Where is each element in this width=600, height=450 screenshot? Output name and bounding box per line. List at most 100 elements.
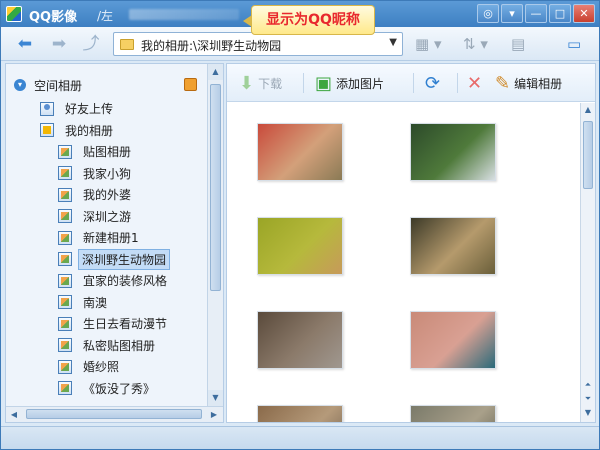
sidebar-item-label: 南澳 bbox=[83, 295, 108, 310]
toolbar-divider bbox=[413, 73, 414, 93]
edit-album-icon: ✎ bbox=[495, 72, 511, 94]
forward-arrow-icon[interactable]: ➡ bbox=[49, 34, 69, 54]
collapse-icon[interactable]: ▾ bbox=[14, 79, 26, 91]
scroll-down-icon[interactable]: ▼ bbox=[581, 406, 595, 420]
sidebar-item-label: 好友上传 bbox=[65, 102, 114, 117]
sidebar-header[interactable]: ▾ 空间相册 bbox=[14, 76, 82, 94]
sidebar-item-label: 深圳之游 bbox=[83, 209, 132, 224]
sidebar-horizontal-scrollbar[interactable]: ◀ ▶ bbox=[6, 406, 223, 422]
photo-thumbnail[interactable] bbox=[410, 217, 496, 275]
delete-button[interactable]: ✕ bbox=[467, 72, 486, 94]
menu-icon[interactable]: ▾ bbox=[501, 4, 523, 23]
edit-album-label: 编辑相册 bbox=[514, 76, 563, 91]
chevron-down-icon[interactable]: ▼ bbox=[389, 37, 397, 48]
qq-icon[interactable]: ◎ bbox=[477, 4, 499, 23]
app-title: QQ影像 bbox=[29, 10, 78, 25]
sidebar-item[interactable]: 我家小狗 bbox=[6, 163, 206, 185]
address-bar[interactable]: 我的相册:\深圳野生动物园 ▼ bbox=[113, 32, 403, 56]
album-icon bbox=[58, 230, 72, 245]
app-logo-icon bbox=[6, 6, 22, 22]
sidebar-item[interactable]: 宜家的装修风格 bbox=[6, 270, 206, 292]
refresh-button[interactable]: ⟳ bbox=[425, 72, 444, 94]
add-picture-label: 添加图片 bbox=[336, 76, 385, 91]
photo-vertical-scrollbar[interactable]: ▲ ⏶ ⏷ ▼ bbox=[580, 103, 595, 422]
photo-grid bbox=[227, 103, 581, 422]
nickname-tooltip: 显示为QQ昵称 bbox=[243, 5, 375, 35]
sidebar-item[interactable]: 婚纱照 bbox=[6, 356, 206, 378]
download-label: 下载 bbox=[258, 76, 283, 91]
scroll-right-icon[interactable]: ▶ bbox=[206, 407, 222, 422]
photo-thumbnail[interactable] bbox=[410, 311, 496, 369]
sidebar-item[interactable]: 我的相册 bbox=[6, 120, 206, 142]
sidebar-vertical-scrollbar[interactable]: ▲ ▼ bbox=[207, 64, 223, 406]
album-icon bbox=[58, 295, 72, 310]
add-picture-icon: ▣ bbox=[315, 72, 333, 94]
photo-thumbnail[interactable] bbox=[410, 405, 496, 422]
sidebar-item-label: 生日去看动漫节 bbox=[83, 317, 168, 332]
sidebar-item-label: 深圳野生动物园 bbox=[78, 248, 171, 270]
status-bar bbox=[1, 426, 599, 449]
sidebar-item-label: 我家小狗 bbox=[83, 166, 132, 181]
grid-view-icon[interactable]: ▦ ▾ bbox=[415, 35, 441, 53]
up-folder-icon[interactable]: ⤴ bbox=[81, 34, 101, 54]
sidebar-title: 空间相册 bbox=[34, 78, 83, 93]
sidebar-item[interactable]: 好友上传 bbox=[6, 98, 206, 120]
sidebar-item[interactable]: 南澳 bbox=[6, 292, 206, 314]
sidebar-item[interactable]: 《饭没了秀》 bbox=[6, 378, 206, 400]
sidebar-item[interactable]: 私密贴图相册 bbox=[6, 335, 206, 357]
sidebar-item-label: 婚纱照 bbox=[83, 360, 120, 375]
sort-icon[interactable]: ⇅ ▾ bbox=[463, 35, 488, 53]
scroll-page-down-icon[interactable]: ⏷ bbox=[581, 392, 595, 406]
scroll-bottom-controls: ⏶ ⏷ ▼ bbox=[581, 378, 595, 420]
sidebar-item-label: 贴图相册 bbox=[83, 145, 132, 160]
toolbar-divider bbox=[457, 73, 458, 93]
sidebar-item-label: 宜家的装修风格 bbox=[83, 274, 168, 289]
details-view-icon[interactable]: ▤ bbox=[511, 35, 525, 53]
minimize-icon[interactable]: — bbox=[525, 4, 547, 23]
refresh-icon: ⟳ bbox=[425, 72, 441, 94]
my-album-icon bbox=[40, 123, 54, 138]
album-icon bbox=[58, 359, 72, 374]
album-icon bbox=[58, 338, 72, 353]
album-icon bbox=[58, 166, 72, 181]
scroll-top-icon[interactable]: ⏶ bbox=[581, 378, 595, 392]
sidebar-item[interactable]: 生日去看动漫节 bbox=[6, 313, 206, 335]
add-picture-button[interactable]: ▣ 添加图片 bbox=[315, 72, 384, 94]
album-icon bbox=[58, 209, 72, 224]
folder-icon bbox=[120, 39, 134, 50]
album-icon bbox=[58, 187, 72, 202]
album-icon bbox=[58, 252, 72, 267]
scroll-up-icon[interactable]: ▲ bbox=[208, 64, 223, 80]
scroll-down-icon[interactable]: ▼ bbox=[208, 390, 223, 406]
sidebar-item-label: 我的外婆 bbox=[83, 188, 132, 203]
sidebar-item[interactable]: 我的外婆 bbox=[6, 184, 206, 206]
edit-album-button[interactable]: ✎ 编辑相册 bbox=[495, 72, 562, 94]
photo-thumbnail[interactable] bbox=[257, 405, 343, 422]
sidebar-item[interactable]: 深圳之游 bbox=[6, 206, 206, 228]
photo-thumbnail[interactable] bbox=[257, 123, 343, 181]
scroll-thumb[interactable] bbox=[210, 84, 221, 291]
scroll-left-icon[interactable]: ◀ bbox=[6, 407, 22, 422]
scroll-thumb[interactable] bbox=[583, 121, 593, 189]
download-button[interactable]: ⬇ 下载 bbox=[239, 72, 282, 94]
download-icon: ⬇ bbox=[239, 72, 255, 94]
close-icon[interactable]: ✕ bbox=[573, 4, 595, 23]
sidebar-item[interactable]: 深圳野生动物园 bbox=[6, 248, 206, 271]
photo-thumbnail[interactable] bbox=[257, 311, 343, 369]
export-icon[interactable] bbox=[184, 78, 197, 91]
window-controls: ◎ ▾ — □ ✕ bbox=[477, 4, 595, 23]
album-icon bbox=[58, 316, 72, 331]
h-scroll-thumb[interactable] bbox=[26, 409, 202, 419]
sidebar-item[interactable]: 贴图相册 bbox=[6, 141, 206, 163]
scroll-up-icon[interactable]: ▲ bbox=[581, 103, 595, 117]
album-icon bbox=[58, 381, 72, 396]
screen-icon[interactable]: ▭ bbox=[567, 35, 581, 53]
back-arrow-icon[interactable]: ⬅ bbox=[15, 34, 35, 54]
sidebar: ▾ 空间相册 好友上传我的相册贴图相册我家小狗我的外婆深圳之游新建相册1 深圳野生… bbox=[5, 63, 224, 423]
photo-thumbnail[interactable] bbox=[257, 217, 343, 275]
title-path: /左 bbox=[97, 9, 114, 23]
toolbar-divider bbox=[303, 73, 304, 93]
photo-thumbnail[interactable] bbox=[410, 123, 496, 181]
maximize-icon[interactable]: □ bbox=[549, 4, 571, 23]
sidebar-item[interactable]: 新建相册1 bbox=[6, 227, 206, 249]
